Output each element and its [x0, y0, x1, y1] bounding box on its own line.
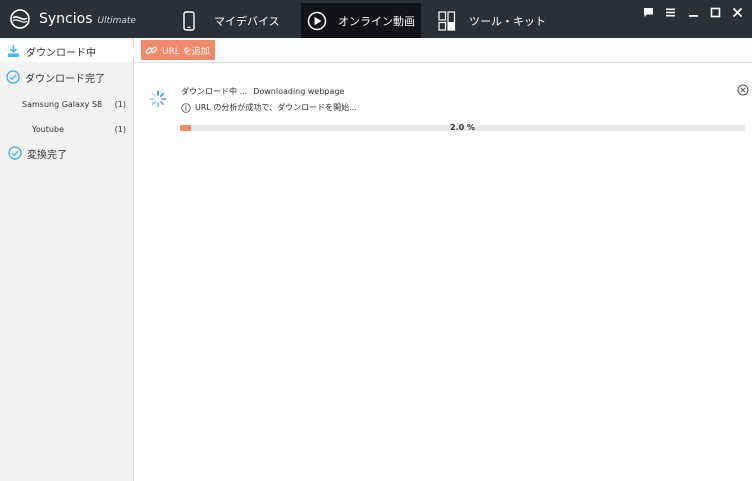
sidebar-item-convert-complete[interactable]: 変換完了 [0, 142, 133, 164]
play-icon [307, 11, 327, 31]
sidebar-item-download-complete[interactable]: ダウンロード完了 [0, 66, 133, 88]
feedback-button[interactable] [641, 5, 655, 19]
remove-task-icon[interactable] [737, 84, 749, 96]
menu-icon [665, 8, 675, 16]
app-brand: Syncios Ultimate [10, 7, 136, 31]
task-title-jp: ダウンロード中 ... [181, 87, 248, 96]
app-name: Syncios [39, 11, 93, 27]
info-icon [181, 102, 191, 113]
check-circle-icon [8, 146, 22, 160]
app-edition: Ultimate [97, 15, 136, 26]
check-circle-icon [6, 70, 20, 84]
title-bar: Syncios Ultimate マイデバイス オンライン動画 ツール・キット [0, 0, 752, 38]
download-icon [6, 44, 20, 58]
sidebar-subitem-youtube-count: (1) [114, 125, 126, 134]
sidebar-item-downloading[interactable]: ダウンロード中 [0, 40, 133, 62]
main-toolbar: URL を追加 [134, 38, 752, 63]
sidebar-subitem-samsung-label: Samsung Galaxy S8 [22, 100, 103, 109]
sidebar-subitem-samsung[interactable]: Samsung Galaxy S8 (1) [0, 98, 133, 112]
task-title-en: Downloading webpage [253, 87, 345, 96]
loading-spinner-icon [149, 90, 167, 108]
task-title: ダウンロード中 ... Downloading webpage [181, 86, 344, 97]
progress-label: 2.0 % [450, 123, 475, 132]
add-url-label: URL を追加 [162, 46, 210, 57]
minimize-icon [688, 14, 698, 17]
sidebar-item-downloading-label: ダウンロード中 [26, 47, 96, 59]
tab-my-device[interactable]: マイデバイス [176, 3, 296, 38]
chat-icon [643, 7, 653, 17]
task-status: URL の分析が成功で、ダウンロードを開始... [181, 102, 357, 113]
maximize-button[interactable] [708, 5, 722, 19]
maximize-icon [710, 7, 720, 17]
close-button[interactable] [730, 5, 744, 19]
close-icon [732, 7, 742, 17]
tab-online-video[interactable]: オンライン動画 [301, 3, 421, 38]
sidebar-subitem-youtube[interactable]: Youtube (1) [0, 123, 133, 137]
sidebar-subitem-samsung-count: (1) [114, 100, 126, 109]
link-icon [145, 44, 158, 57]
menu-button[interactable] [663, 5, 677, 19]
add-url-button[interactable]: URL を追加 [141, 40, 215, 60]
phone-icon [181, 10, 197, 31]
tab-online-video-label: オンライン動画 [338, 14, 415, 28]
minimize-button[interactable] [686, 5, 700, 19]
tab-toolkit[interactable]: ツール・キット [432, 3, 552, 38]
syncios-logo-icon [10, 9, 30, 29]
download-task: ダウンロード中 ... Downloading webpage URL の分析が成… [134, 75, 752, 145]
sidebar-item-convert-complete-label: 変換完了 [27, 149, 67, 161]
sidebar-subitem-youtube-label: Youtube [32, 125, 64, 134]
task-status-text: URL の分析が成功で、ダウンロードを開始... [195, 103, 357, 112]
tab-my-device-label: マイデバイス [214, 14, 280, 28]
tab-toolkit-label: ツール・キット [469, 14, 546, 28]
toolkit-icon [438, 10, 456, 31]
sidebar-item-download-complete-label: ダウンロード完了 [25, 73, 105, 85]
